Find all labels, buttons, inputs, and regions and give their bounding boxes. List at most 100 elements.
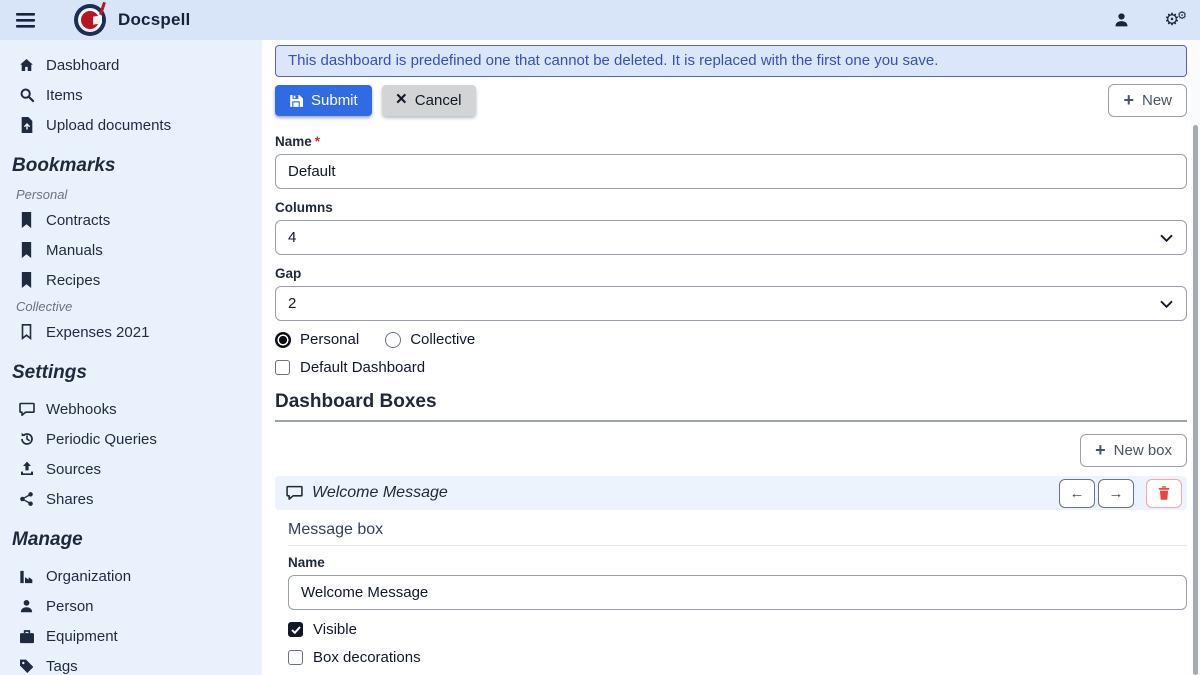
predefined-dashboard-notice: This dashboard is predefined one that ca… xyxy=(275,45,1187,77)
save-icon xyxy=(289,94,303,108)
sidebar-item-label: Person xyxy=(46,598,94,615)
box-name-input[interactable] xyxy=(288,575,1187,610)
new-label: New xyxy=(1142,92,1172,109)
box-decorations-label: Box decorations xyxy=(313,649,421,666)
scrollbar-thumb[interactable] xyxy=(1193,125,1198,675)
box-title: Welcome Message xyxy=(312,484,448,502)
scrollbar-track[interactable] xyxy=(1191,40,1200,675)
main-content: This dashboard is predefined one that ca… xyxy=(262,40,1200,675)
user-icon[interactable] xyxy=(1113,11,1130,29)
sidebar-item-label: Recipes xyxy=(46,272,100,289)
bookmark-outline-icon xyxy=(18,324,35,340)
radio-collective-label: Collective xyxy=(410,331,475,348)
sidebar-item-items[interactable]: Items xyxy=(12,80,254,110)
sidebar-item-person[interactable]: Person xyxy=(12,591,254,621)
cogs-icon[interactable]: ⚙⚙ xyxy=(1160,9,1184,31)
columns-select[interactable]: 4 xyxy=(275,220,1187,255)
bookmark-solid-icon xyxy=(18,242,35,258)
chevron-down-icon xyxy=(1160,234,1173,242)
visible-label: Visible xyxy=(313,621,357,638)
sidebar-item-contracts[interactable]: Contracts xyxy=(12,205,254,235)
sidebar-section-manage: Manage xyxy=(12,529,254,551)
sidebar-item-periodic-queries[interactable]: Periodic Queries xyxy=(12,424,254,454)
checkbox-checked-icon xyxy=(288,622,303,637)
radio-personal-label: Personal xyxy=(300,331,359,348)
plus-icon: + xyxy=(1095,441,1106,459)
sidebar-item-upload-documents[interactable]: Upload documents xyxy=(12,110,254,140)
submit-label: Submit xyxy=(311,92,358,109)
top-navbar: Docspell ⚙⚙ xyxy=(0,0,1200,40)
move-box-left-button[interactable]: ← xyxy=(1059,479,1095,508)
sidebar-item-equipment[interactable]: Equipment xyxy=(12,621,254,651)
person-icon xyxy=(18,598,35,614)
radio-selected-icon xyxy=(275,332,291,348)
box-type-label: Message box xyxy=(288,521,1187,546)
cancel-button[interactable]: × Cancel xyxy=(382,85,476,116)
sidebar-item-label: Manuals xyxy=(46,242,103,259)
box-decorations-checkbox-row[interactable]: Box decorations xyxy=(288,649,1187,666)
tags-icon xyxy=(18,658,35,674)
sidebar-item-organization[interactable]: Organization xyxy=(12,561,254,591)
menu-icon[interactable] xyxy=(16,5,50,35)
search-icon xyxy=(18,87,35,103)
sidebar-item-label: Sources xyxy=(46,461,101,478)
arrow-left-icon: ← xyxy=(1070,485,1085,502)
visible-checkbox-row[interactable]: Visible xyxy=(288,621,1187,638)
sidebar-item-tags[interactable]: Tags xyxy=(12,651,254,675)
arrow-right-icon: → xyxy=(1109,485,1124,502)
sidebar-item-label: Shares xyxy=(46,491,94,508)
dashboard-boxes-heading: Dashboard Boxes xyxy=(275,391,1187,422)
sidebar-section-settings: Settings xyxy=(12,362,254,384)
sidebar-item-label: Expenses 2021 xyxy=(46,324,149,341)
home-icon xyxy=(18,57,35,73)
briefcase-icon xyxy=(18,629,35,644)
sidebar-item-label: Contracts xyxy=(46,212,110,229)
sidebar-item-sources[interactable]: Sources xyxy=(12,454,254,484)
sidebar-item-label: Periodic Queries xyxy=(46,431,157,448)
box-header-welcome-message: Welcome Message ← → xyxy=(275,476,1187,510)
sidebar-item-label: Tags xyxy=(46,658,78,675)
radio-collective[interactable]: Collective xyxy=(385,331,475,348)
sidebar-item-dashboard[interactable]: Dasbhoard xyxy=(12,50,254,80)
new-box-button[interactable]: + New box xyxy=(1080,434,1187,467)
sidebar-item-manuals[interactable]: Manuals xyxy=(12,235,254,265)
columns-label: Columns xyxy=(275,200,1187,215)
sidebar-item-expenses-2021[interactable]: Expenses 2021 xyxy=(12,317,254,347)
gap-value: 2 xyxy=(288,295,296,312)
sidebar: Dasbhoard Items Upload documents Bookmar… xyxy=(0,40,262,675)
move-box-right-button[interactable]: → xyxy=(1098,479,1134,508)
new-dashboard-button[interactable]: + New xyxy=(1108,84,1187,117)
box-body: Message box Name Visible Box decorations… xyxy=(275,521,1187,675)
docspell-logo[interactable] xyxy=(74,4,106,36)
dashboard-name-input[interactable] xyxy=(275,154,1187,189)
sidebar-item-label: Equipment xyxy=(46,628,118,645)
sidebar-item-shares[interactable]: Shares xyxy=(12,484,254,514)
sidebar-item-recipes[interactable]: Recipes xyxy=(12,265,254,295)
chevron-down-icon xyxy=(1160,300,1173,308)
gap-select[interactable]: 2 xyxy=(275,286,1187,321)
sidebar-item-label: Upload documents xyxy=(46,117,171,134)
upload-icon xyxy=(18,461,35,477)
share-icon xyxy=(18,491,35,507)
default-dashboard-checkbox-row[interactable]: Default Dashboard xyxy=(275,359,1187,376)
sidebar-item-webhooks[interactable]: Webhooks xyxy=(12,394,254,424)
columns-value: 4 xyxy=(288,229,296,246)
cancel-label: Cancel xyxy=(415,92,462,109)
delete-box-button[interactable] xyxy=(1146,479,1182,508)
default-dashboard-label: Default Dashboard xyxy=(300,359,425,376)
file-upload-icon xyxy=(18,117,35,133)
name-label: Name* xyxy=(275,134,1187,149)
sidebar-item-label: Dasbhoard xyxy=(46,57,119,74)
comment-icon xyxy=(18,402,35,417)
sidebar-section-bookmarks: Bookmarks xyxy=(12,155,254,177)
brand-title[interactable]: Docspell xyxy=(118,10,190,30)
app-window: Docspell ⚙⚙ Dasbhoard Items Upload docum… xyxy=(0,0,1200,675)
new-box-label: New box xyxy=(1114,442,1172,459)
close-icon: × xyxy=(396,90,407,109)
sidebar-item-label: Webhooks xyxy=(46,401,117,418)
bookmark-solid-icon xyxy=(18,272,35,288)
industry-icon xyxy=(18,569,35,584)
radio-personal[interactable]: Personal xyxy=(275,331,359,348)
submit-button[interactable]: Submit xyxy=(275,85,372,116)
history-icon xyxy=(18,431,35,447)
